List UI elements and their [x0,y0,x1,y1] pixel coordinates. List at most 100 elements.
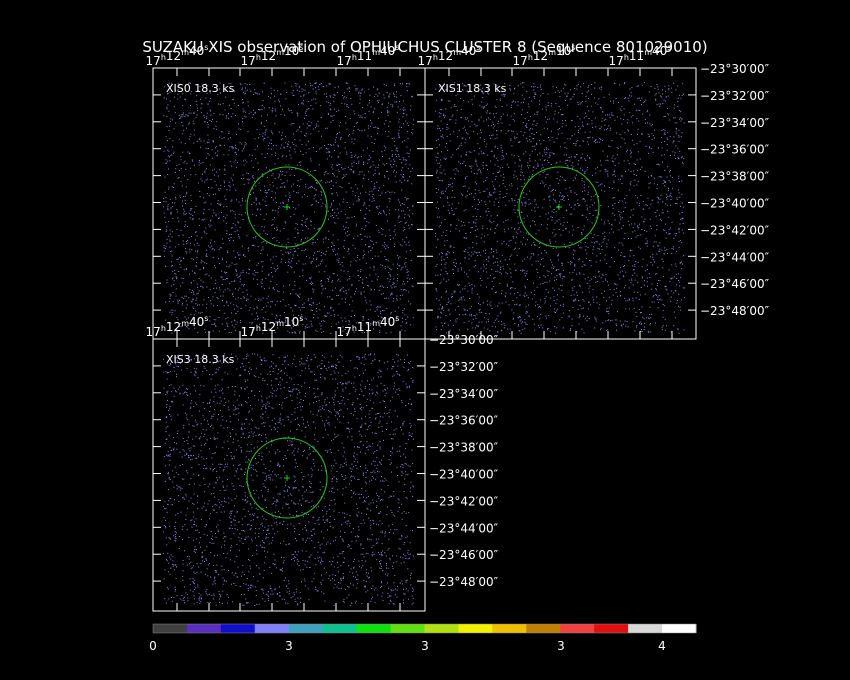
event-point [163,150,165,152]
event-point [440,263,442,265]
event-point [669,181,671,183]
event-point [468,222,470,224]
event-point [325,148,327,149]
event-point [524,292,526,294]
event-point [320,105,322,107]
event-point [575,144,577,146]
event-point [555,241,557,243]
event-point [537,87,539,88]
event-point [222,242,224,244]
event-point [491,249,493,250]
event-point [277,265,278,267]
event-point [385,248,387,249]
event-point [200,140,202,142]
event-point [273,89,275,91]
event-point [561,284,563,286]
event-point [244,159,246,161]
event-point [611,303,612,305]
event-point [293,206,295,208]
event-point [235,189,237,191]
event-point [581,233,583,235]
event-point [173,183,175,185]
event-point [175,288,177,290]
event-point [190,208,192,210]
event-point [393,246,395,247]
event-point [445,188,447,190]
event-point [455,119,457,121]
event-point [165,221,167,223]
event-point [525,151,527,153]
event-point [448,308,450,310]
event-point [254,92,256,94]
event-point [255,215,257,217]
event-point [561,289,563,291]
event-point [512,318,514,320]
event-point [199,138,201,140]
event-point [341,262,343,264]
event-point [624,198,626,199]
event-point [332,217,334,219]
event-point [188,138,190,140]
event-point [212,139,214,141]
event-point [648,187,650,189]
event-point [315,87,317,89]
event-point [455,266,456,268]
event-point [643,284,645,286]
event-point [195,310,197,312]
event-point [255,237,257,239]
event-point [297,247,299,249]
event-point [269,169,271,171]
event-point [629,150,631,152]
event-point [571,119,573,121]
event-point [326,158,328,160]
event-point [673,311,675,313]
event-point [661,249,663,251]
event-point [403,308,405,310]
event-point [590,196,592,198]
event-point [293,123,295,125]
event-point [486,112,488,114]
event-point [301,307,303,308]
event-point [558,112,559,114]
event-point [653,294,655,296]
event-point [462,314,464,316]
event-point [567,166,569,168]
event-point [608,145,610,147]
event-point [273,145,274,147]
event-point [350,261,352,263]
event-point [441,252,443,254]
event-point [652,296,654,298]
event-point [548,118,550,120]
event-point [621,242,623,244]
event-point [447,209,449,211]
event-point [544,300,546,302]
event-point [568,247,570,249]
event-point [230,177,232,179]
event-point [221,131,223,133]
event-point [671,91,673,93]
event-point [467,276,469,278]
event-point [399,83,401,85]
event-point [382,265,384,266]
event-point [532,123,534,125]
event-point [578,258,580,260]
event-point [641,132,643,134]
event-point [640,234,642,236]
event-point [661,176,663,178]
event-point [389,198,391,200]
event-point [305,325,307,327]
event-point [558,105,560,107]
event-point [238,276,240,277]
event-point [261,270,263,272]
event-point [629,88,631,90]
event-point [608,93,610,95]
event-point [331,115,333,117]
event-point [320,263,321,265]
event-point [437,128,439,130]
event-point [213,305,214,307]
event-point [379,194,381,196]
event-point [470,151,472,153]
event-point [662,310,664,312]
event-point [404,283,406,285]
event-point [437,153,439,155]
